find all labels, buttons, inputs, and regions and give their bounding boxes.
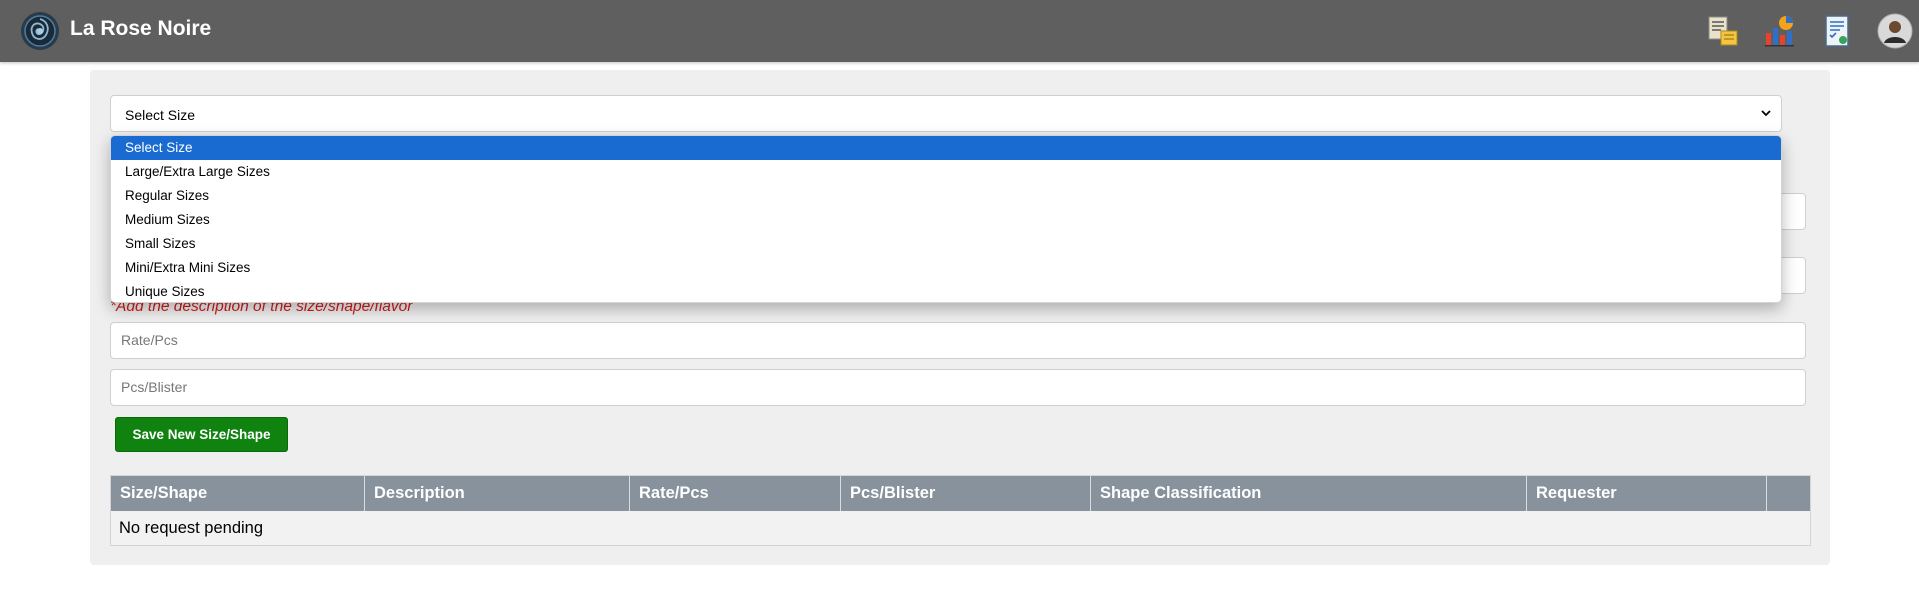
rose-logo-icon[interactable] <box>20 11 60 51</box>
col-actions <box>1767 476 1810 511</box>
table-header-row: Size/Shape Description Rate/Pcs Pcs/Blis… <box>111 476 1810 511</box>
size-option-unique[interactable]: Unique Sizes <box>111 280 1781 302</box>
chart-icon[interactable] <box>1762 13 1798 49</box>
col-description: Description <box>365 476 630 511</box>
rate-field[interactable]: Rate/Pcs <box>110 322 1806 359</box>
pcs-blister-field[interactable]: Pcs/Blister <box>110 369 1806 406</box>
size-select[interactable]: Select Size <box>110 95 1782 132</box>
transfer-notes-icon[interactable] <box>1705 13 1741 49</box>
col-size-shape: Size/Shape <box>111 476 365 511</box>
col-requester: Requester <box>1527 476 1767 511</box>
app-title: La Rose Noire <box>70 17 212 40</box>
top-navbar: La Rose Noire <box>0 0 1919 62</box>
size-option-small[interactable]: Small Sizes <box>111 232 1781 256</box>
col-shape-classification: Shape Classification <box>1091 476 1527 511</box>
requests-table: Size/Shape Description Rate/Pcs Pcs/Blis… <box>110 475 1811 546</box>
rate-placeholder: Rate/Pcs <box>121 332 178 348</box>
size-option-medium[interactable]: Medium Sizes <box>111 208 1781 232</box>
table-empty-row: No request pending <box>111 511 1810 545</box>
col-pcs-blister: Pcs/Blister <box>841 476 1091 511</box>
size-option-regular[interactable]: Regular Sizes <box>111 184 1781 208</box>
size-select-value: Select Size <box>125 107 196 123</box>
size-option-select[interactable]: Select Size <box>111 136 1781 160</box>
report-icon[interactable] <box>1819 13 1855 49</box>
chevron-down-icon <box>1761 110 1771 117</box>
size-option-large[interactable]: Large/Extra Large Sizes <box>111 160 1781 184</box>
save-size-shape-button[interactable]: Save New Size/Shape <box>115 417 288 452</box>
user-avatar-icon[interactable] <box>1877 13 1913 49</box>
size-dropdown-list: Select Size Large/Extra Large Sizes Regu… <box>110 135 1782 303</box>
pcs-placeholder: Pcs/Blister <box>121 379 188 395</box>
col-rate: Rate/Pcs <box>630 476 841 511</box>
size-option-mini[interactable]: Mini/Extra Mini Sizes <box>111 256 1781 280</box>
